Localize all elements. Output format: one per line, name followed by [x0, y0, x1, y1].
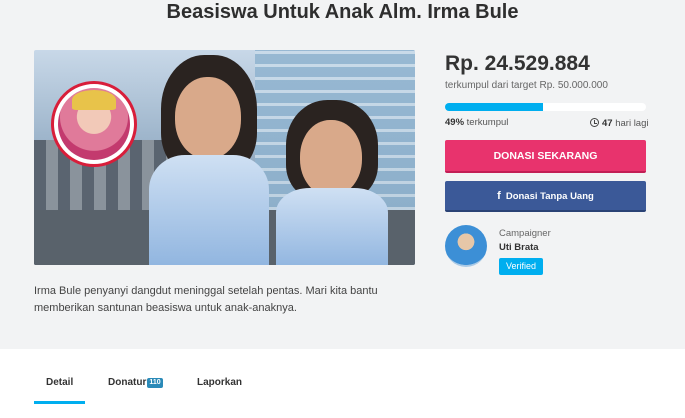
- campaigner-avatar[interactable]: [445, 225, 487, 267]
- donate-now-button[interactable]: DONASI SEKARANG: [445, 140, 646, 173]
- clock-icon: [590, 118, 599, 127]
- campaign-image: [34, 50, 415, 265]
- portrait-badge: [51, 81, 137, 167]
- facebook-icon: f: [497, 190, 501, 202]
- campaigner-name[interactable]: Uti Brata: [499, 242, 539, 253]
- tab-bar: Detail Donatur 110 Laporkan: [0, 349, 685, 418]
- active-tab-indicator: [34, 401, 85, 404]
- child-figure: [272, 100, 392, 265]
- days-value: 47: [602, 118, 613, 129]
- child-figure: [139, 55, 279, 265]
- campaigner-label: Campaigner: [499, 228, 551, 239]
- collected-percent: 49% terkumpul: [445, 117, 508, 128]
- target-text: terkumpul dari target Rp. 50.000.000: [445, 80, 608, 91]
- verified-badge: Verified: [499, 258, 543, 275]
- donatur-count-badge: 110: [147, 378, 163, 388]
- collected-label: terkumpul: [466, 117, 509, 128]
- progress-fill: [445, 103, 544, 111]
- donate-without-money-label: Donasi Tanpa Uang: [505, 191, 594, 202]
- amount-raised: Rp. 24.529.884: [445, 52, 590, 75]
- days-remaining: 47 hari lagi: [590, 117, 649, 129]
- tab-laporkan[interactable]: Laporkan: [197, 377, 242, 388]
- tab-detail[interactable]: Detail: [46, 377, 73, 388]
- percent-value: 49%: [445, 117, 465, 128]
- progress-bar: [445, 103, 646, 111]
- donate-without-money-button[interactable]: f Donasi Tanpa Uang: [445, 181, 646, 212]
- tab-donatur[interactable]: Donatur 110: [108, 377, 163, 389]
- campaign-title: Beasiswa Untuk Anak Alm. Irma Bule: [166, 1, 519, 23]
- days-label: hari lagi: [615, 118, 649, 129]
- tab-donatur-label: Donatur: [108, 377, 147, 388]
- campaign-description: Irma Bule penyanyi dangdut meninggal set…: [34, 285, 378, 314]
